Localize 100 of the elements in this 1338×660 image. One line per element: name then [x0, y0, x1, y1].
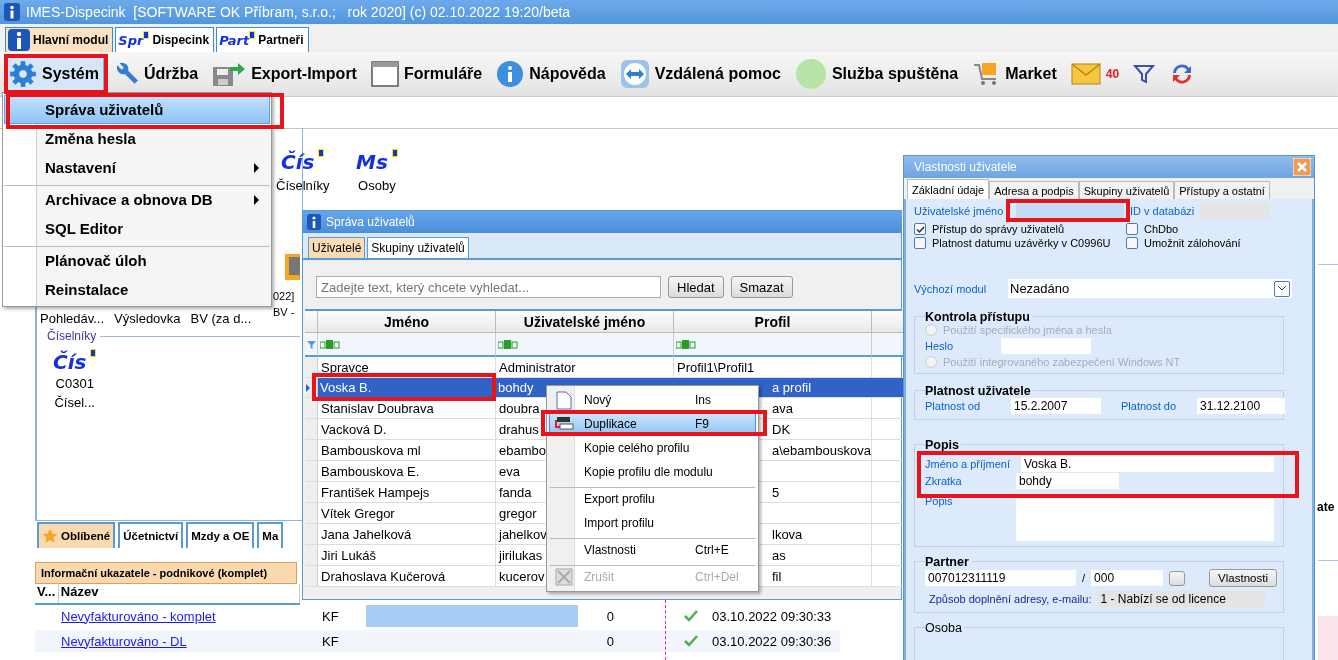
report-link[interactable]: Nevyfakturováno - komplet [61, 608, 322, 624]
input-field[interactable]: 007012311119 [925, 570, 1076, 586]
action-button[interactable]: Hledat [668, 276, 724, 298]
input-field[interactable]: 000 [1091, 570, 1164, 586]
column-header[interactable]: Uživatelské jméno [496, 311, 674, 333]
radio-label: Použití specifického jména a hesla [943, 324, 1112, 336]
column-header[interactable]: Název [58, 584, 300, 603]
table-cell[interactable]: František Hampejs [318, 482, 496, 503]
field-label: Heslo [925, 340, 955, 352]
group-title: Popis [925, 438, 962, 452]
module-tab[interactable]: Part Partneři [216, 27, 309, 52]
tab[interactable]: Oblíbené [37, 522, 116, 548]
tab[interactable]: Skupiny uživatelů [367, 237, 469, 258]
menu-item[interactable]: Správa uživatelů [4, 95, 270, 124]
dialog-title: Vlastnosti uživatele [914, 160, 1017, 174]
input-field[interactable]: bohdy [1016, 473, 1119, 489]
tile-label: BV - [273, 306, 295, 318]
toolbar-button[interactable]: Export-Import [207, 56, 362, 92]
toolbar-button[interactable]: Market [967, 56, 1062, 92]
toolbar-button[interactable]: Vzdálená pomoc [614, 56, 786, 92]
field-label: Výchozí modul [914, 282, 988, 295]
table-cell-text: KF [322, 633, 340, 649]
table-cell-text: 0 [605, 633, 614, 649]
table-cell: 03.10.2022 09:30:36 [712, 633, 832, 649]
menu-item[interactable]: Změna hesla [4, 124, 270, 153]
tab[interactable]: Základní údaje [907, 179, 990, 199]
checkbox-label: Platnost datumu uzávěrky v C0996U [932, 237, 1111, 249]
menu-item[interactable]: Vlastnosti Ctrl+E [549, 538, 756, 562]
group-title: Kontrola přístupu [925, 310, 1032, 324]
column-header[interactable]: V... [35, 584, 59, 603]
tab[interactable]: Uživatelé [308, 237, 366, 258]
shortcut[interactable]: Čís Číselníky [276, 152, 330, 193]
table-cell-text: KF [322, 608, 340, 624]
table-cell[interactable]: Drahoslava Kučerová [318, 566, 496, 587]
tile-label: Pohledáv... [40, 311, 105, 326]
group-title: Číselníky [47, 329, 97, 343]
menu-item[interactable]: Reinstalace [4, 275, 270, 304]
checkbox-label: Přístup do správy uživatelů [932, 223, 1065, 235]
tab[interactable]: Adresa a podpis [989, 181, 1079, 199]
field-label: Zkratka [925, 475, 963, 487]
toolbar-button[interactable]: Služba spuštěna [789, 56, 964, 92]
table-cell[interactable]: Vacková D. [318, 419, 496, 440]
tab[interactable]: Mzdy a OE [186, 522, 255, 548]
table-cell: 03.10.2022 09:30:33 [712, 608, 832, 624]
window-title: IMES-Dispecink [SOFTWARE OK Příbram, s.r.o.; rok 2020] (c) 02.10.2022 19:20/beta [26, 4, 571, 20]
table-row[interactable]: Nevyfakturováno - DL KF 0 03.10.2022 09:30:36 [35, 630, 840, 652]
tab[interactable]: Informační ukazatele - podnikové (komplet) [35, 562, 297, 584]
search-field[interactable]: Zadejte text, který chcete vyhledat... [316, 276, 661, 298]
field-label: ID v databázi [1130, 205, 1195, 217]
action-button[interactable]: Smazat [730, 276, 793, 298]
toolbar-button[interactable]: Formuláře [365, 56, 488, 92]
shortcut[interactable]: Ms Osoby [356, 152, 398, 193]
menu-item[interactable]: Nastavení [4, 153, 270, 182]
menu-item[interactable]: Export profilu [549, 487, 756, 511]
table-cell[interactable]: Vítek Gregor [318, 503, 496, 524]
toolbar-button[interactable]: Nápověda [491, 56, 611, 92]
group-title: Osoba [925, 621, 964, 635]
checkbox-label: Umožnit zálohování [1144, 237, 1241, 249]
table-cell[interactable]: Jana Jahelková [318, 524, 496, 545]
tab[interactable]: Ma [257, 522, 284, 548]
tile-label: BV (za d... [190, 311, 252, 326]
menu-item[interactable]: Kopie profilu dle modulu [549, 460, 756, 484]
field-label: Uživatelské jméno [914, 205, 1005, 217]
input-field[interactable]: Voska B. [1021, 456, 1274, 472]
window-title: Správa uživatelů [326, 215, 415, 229]
shortcut[interactable]: Čís C0301 Čísel... [53, 352, 97, 410]
separator-label: / [1082, 572, 1086, 584]
tile-label: Výsledovka [114, 311, 181, 326]
menu-item[interactable]: Archivace a obnova DB [4, 185, 270, 214]
table-cell[interactable]: Stanislav Doubrava [318, 398, 496, 419]
table-cell[interactable]: Jiri Lukáš [318, 545, 496, 566]
report-link[interactable]: Nevyfakturováno - DL [61, 633, 322, 649]
module-tab[interactable]: Hlavní modul [5, 27, 114, 52]
column-header: ate [1317, 500, 1335, 514]
radio-label: Použití integrovaného zabezpečení Windows NT [943, 356, 1181, 368]
table-cell[interactable]: Bambouskova ml [318, 440, 496, 461]
toolbar-button[interactable]: 40 [1065, 56, 1125, 92]
group-title: Partner [925, 555, 971, 569]
tab[interactable]: Skupiny uživatelů [1078, 181, 1175, 199]
checkbox-label: ChDbo [1144, 223, 1179, 235]
dropdown[interactable]: Nezadáno [1008, 279, 1292, 298]
tile-label: 022] [273, 290, 295, 302]
field-label: Platnost do [1121, 400, 1178, 412]
input-field[interactable]: 31.12.2100 [1197, 398, 1285, 414]
toolbar-button[interactable]: Údržba [107, 56, 204, 92]
menu-item[interactable]: Plánovač úloh [4, 246, 270, 275]
menu-item[interactable]: SQL Editor [4, 214, 270, 243]
module-tab[interactable]: Spr Dispecink [115, 27, 215, 52]
tab[interactable]: Přístupy a ostatní [1174, 181, 1270, 199]
input-field[interactable]: 15.2.2007 [1011, 398, 1101, 414]
field-label: Jméno a příjmení [925, 458, 1011, 470]
action-button[interactable]: Vlastnosti [1209, 569, 1277, 587]
table-cell[interactable]: Bambouskova E. [318, 461, 496, 482]
group-title: Platnost uživatele [925, 384, 1033, 398]
input-field: 1 - Nabízí se od licence [1097, 591, 1266, 607]
table-cell-text: 0 [605, 608, 614, 624]
field-label: Způsob doplnění adresy, e-mailu: [929, 593, 1092, 605]
column-header[interactable]: Jméno [318, 311, 496, 333]
column-header[interactable]: Profil [674, 311, 872, 333]
tab[interactable]: Účetnictví [118, 522, 184, 548]
